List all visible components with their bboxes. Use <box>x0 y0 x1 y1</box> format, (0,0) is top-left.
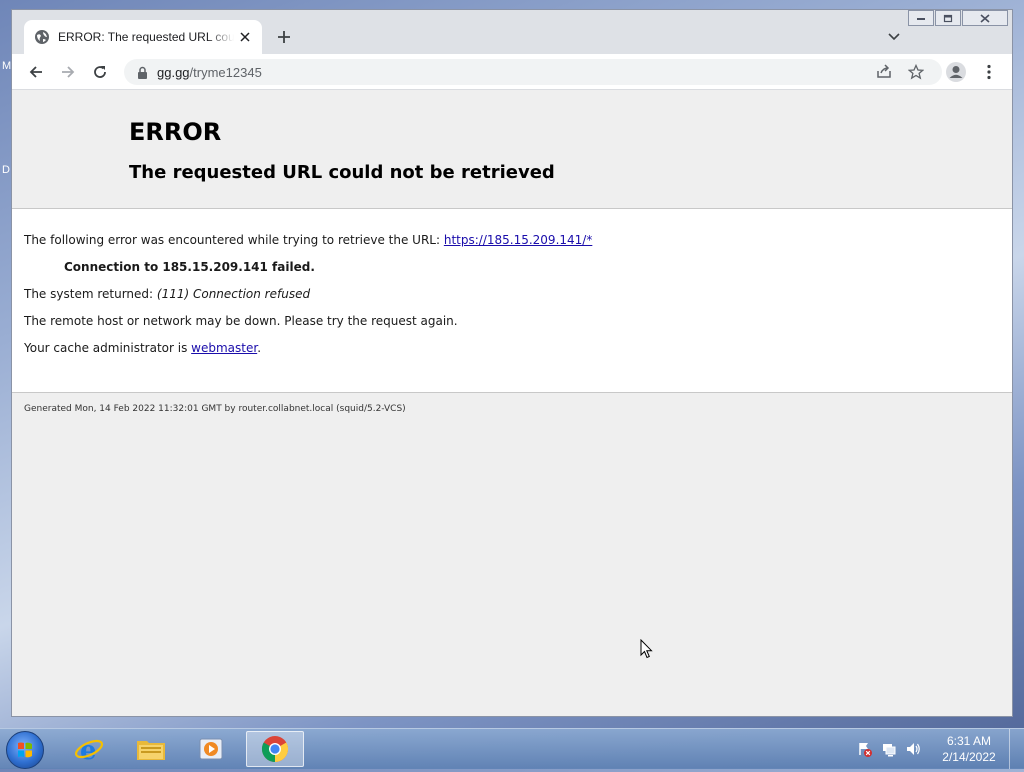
reload-icon <box>94 66 106 78</box>
network-icon[interactable] <box>880 740 898 758</box>
system-returned-line: The system returned: (111) Connection re… <box>24 287 310 301</box>
error-details: The following error was encountered whil… <box>12 209 1012 393</box>
back-button[interactable] <box>25 61 47 83</box>
error-header: ERROR The requested URL could not be ret… <box>12 90 1012 209</box>
show-desktop-button[interactable] <box>1009 729 1024 769</box>
mouse-cursor-icon <box>640 639 653 659</box>
kebab-menu-icon <box>987 64 991 80</box>
restore-icon <box>943 14 953 22</box>
taskbar-file-explorer[interactable] <box>122 731 180 767</box>
desktop-icon-label: M <box>2 60 12 72</box>
chrome-icon <box>261 736 289 763</box>
browser-tab[interactable]: ERROR: The requested URL could not be re… <box>24 20 262 54</box>
taskbar-chrome[interactable] <box>246 731 304 767</box>
window-controls <box>907 10 1008 26</box>
browser-window: ERROR: The requested URL could not be re… <box>11 9 1013 717</box>
plus-icon <box>278 31 290 43</box>
address-host: gg.gg <box>157 64 190 80</box>
volume-icon[interactable] <box>904 740 922 758</box>
arrow-left-icon <box>29 66 42 78</box>
generated-footer: Generated Mon, 14 Feb 2022 11:32:01 GMT … <box>24 404 406 414</box>
taskbar-internet-explorer[interactable]: e <box>60 731 118 767</box>
arrow-right-icon <box>62 66 75 78</box>
admin-line: Your cache administrator is webmaster. <box>24 341 261 355</box>
tab-search-button[interactable] <box>885 28 903 46</box>
clock-date: 2/14/2022 <box>942 750 996 764</box>
tab-close-icon[interactable] <box>238 30 252 44</box>
globe-icon <box>35 30 49 44</box>
taskbar: e 6:31 AM 2/14/2022 <box>0 728 1024 769</box>
system-returned-label: The system returned: <box>24 287 157 301</box>
internet-explorer-icon: e <box>74 736 104 764</box>
webmaster-link[interactable]: webmaster <box>191 341 257 355</box>
error-url-line: The following error was encountered whil… <box>24 233 592 247</box>
page-content: ERROR The requested URL could not be ret… <box>12 90 1012 716</box>
system-error-text: (111) Connection refused <box>156 287 311 301</box>
tab-strip: ERROR: The requested URL could not be re… <box>12 10 1012 54</box>
minimize-button[interactable] <box>908 10 934 26</box>
windows-logo-icon <box>18 742 32 758</box>
close-icon <box>980 13 990 23</box>
profile-button[interactable] <box>945 61 967 83</box>
lock-icon[interactable] <box>135 65 149 79</box>
error-url-label: The following error was encountered whil… <box>24 233 444 247</box>
retry-hint-text: The remote host or network may be down. … <box>24 314 458 328</box>
restore-button[interactable] <box>935 10 961 26</box>
error-url-link[interactable]: https://185.15.209.141/* <box>444 233 592 247</box>
menu-button[interactable] <box>978 61 1000 83</box>
address-path: /tryme12345 <box>189 64 262 80</box>
new-tab-button[interactable] <box>274 27 294 47</box>
desktop-icon-label: D <box>2 164 10 176</box>
page-title: ERROR <box>129 118 222 146</box>
clock-time: 6:31 AM <box>946 734 992 748</box>
star-icon <box>908 64 924 80</box>
share-button[interactable] <box>875 63 893 81</box>
chevron-down-icon <box>888 33 900 41</box>
minimize-icon <box>917 18 925 20</box>
avatar-icon <box>946 62 966 82</box>
bookmark-button[interactable] <box>907 63 925 81</box>
system-tray: 6:31 AM 2/14/2022 <box>853 729 1024 769</box>
start-button[interactable] <box>6 731 44 769</box>
tab-title: ERROR: The requested URL could not be re… <box>58 30 234 44</box>
browser-toolbar: gg.gg/tryme12345 <box>12 54 1012 90</box>
address-text[interactable]: gg.gg/tryme12345 <box>157 65 262 80</box>
close-window-button[interactable] <box>962 10 1008 26</box>
reload-button[interactable] <box>89 61 111 83</box>
taskbar-clock[interactable]: 6:31 AM 2/14/2022 <box>933 733 1005 765</box>
connection-failed-text: Connection to 185.15.209.141 failed. <box>64 260 315 274</box>
taskbar-media-player[interactable] <box>182 731 240 767</box>
address-bar[interactable]: gg.gg/tryme12345 <box>124 59 942 85</box>
media-player-icon <box>199 738 223 760</box>
admin-label: Your cache administrator is <box>24 341 192 355</box>
forward-button[interactable] <box>57 61 79 83</box>
action-center-icon[interactable] <box>856 740 874 758</box>
page-subtitle: The requested URL could not be retrieved <box>129 162 555 183</box>
share-icon <box>877 64 891 78</box>
file-explorer-icon <box>137 741 165 760</box>
admin-suffix: . <box>257 341 262 355</box>
